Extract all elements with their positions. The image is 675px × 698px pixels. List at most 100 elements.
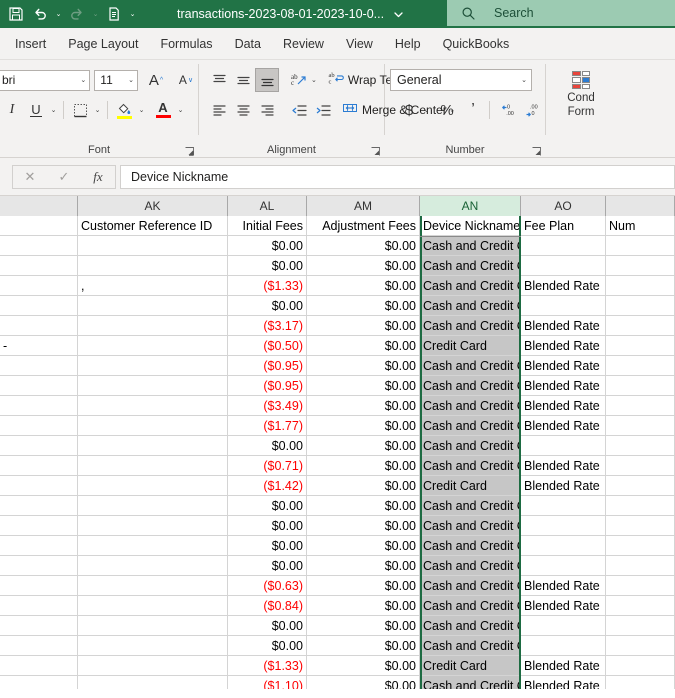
grid-cell[interactable]: $0.00: [307, 256, 420, 276]
header-cell[interactable]: Device Nickname: [420, 216, 521, 236]
align-bottom-icon[interactable]: [255, 68, 279, 92]
grid-cell[interactable]: $0.00: [307, 376, 420, 396]
grid-cell[interactable]: Blended Rate: [521, 276, 606, 296]
touch-mode-icon[interactable]: [102, 2, 126, 26]
header-cell[interactable]: Initial Fees: [228, 216, 307, 236]
grid-cell[interactable]: [0, 436, 78, 456]
grid-cell[interactable]: Blended Rate: [521, 356, 606, 376]
grid-cell[interactable]: [521, 236, 606, 256]
undo-icon[interactable]: [28, 2, 52, 26]
column-header-al[interactable]: AL: [228, 196, 307, 216]
increase-decimal-icon[interactable]: 0.00: [494, 98, 518, 122]
grid-cell[interactable]: $0.00: [307, 316, 420, 336]
grid-cell[interactable]: [521, 256, 606, 276]
grid-cell[interactable]: ($1.33): [228, 656, 307, 676]
grid-cell[interactable]: Cash and Credit Card: [420, 376, 521, 396]
grid-cell[interactable]: [0, 316, 78, 336]
confirm-entry-icon[interactable]: ✓: [47, 166, 81, 188]
grid-cell[interactable]: Cash and Credit Card: [420, 636, 521, 656]
grid-cell[interactable]: $0.00: [228, 636, 307, 656]
column-header-partial[interactable]: [0, 196, 78, 216]
grid-cell[interactable]: [606, 316, 675, 336]
number-dialog-launcher-icon[interactable]: [531, 144, 542, 156]
grid-cell[interactable]: $0.00: [228, 436, 307, 456]
grid-cell[interactable]: [521, 436, 606, 456]
grid-cell[interactable]: -: [0, 336, 78, 356]
grid-cell[interactable]: $0.00: [228, 616, 307, 636]
grid-cell[interactable]: Blended Rate: [521, 376, 606, 396]
grid-cell[interactable]: Cash and Credit Card: [420, 356, 521, 376]
grid-cell[interactable]: [0, 676, 78, 689]
accounting-format-icon[interactable]: $: [397, 98, 421, 122]
font-dialog-launcher-icon[interactable]: [184, 144, 195, 156]
header-cell[interactable]: Fee Plan: [521, 216, 606, 236]
grid-cell[interactable]: $0.00: [307, 616, 420, 636]
font-color-chevron-down-icon[interactable]: ⌄: [175, 106, 186, 114]
grid-cell[interactable]: Blended Rate: [521, 336, 606, 356]
grid-cell[interactable]: $0.00: [307, 476, 420, 496]
borders-chevron-down-icon[interactable]: ⌄: [92, 106, 103, 114]
grid-cell[interactable]: [0, 396, 78, 416]
grid-cell[interactable]: [0, 576, 78, 596]
grid-cell[interactable]: [78, 616, 228, 636]
grid-cell[interactable]: [521, 516, 606, 536]
align-center-icon[interactable]: [231, 98, 255, 122]
column-header-ao[interactable]: AO: [521, 196, 606, 216]
grid-cell[interactable]: [78, 516, 228, 536]
grid-cell[interactable]: ($3.17): [228, 316, 307, 336]
grid-cell[interactable]: [78, 496, 228, 516]
grid-cell[interactable]: [0, 456, 78, 476]
grid-cell[interactable]: $0.00: [307, 456, 420, 476]
grid-cell[interactable]: [78, 376, 228, 396]
grid-cell[interactable]: [521, 296, 606, 316]
grid-cell[interactable]: $0.00: [307, 436, 420, 456]
number-format-chevron-down-icon[interactable]: ⌄: [521, 77, 527, 84]
header-cell[interactable]: [0, 216, 78, 236]
grid-cell[interactable]: [606, 656, 675, 676]
grid-cell[interactable]: [0, 376, 78, 396]
grid-cell[interactable]: [0, 276, 78, 296]
grid-cell[interactable]: [606, 596, 675, 616]
fill-color-chevron-down-icon[interactable]: ⌄: [136, 106, 147, 114]
grid-cell[interactable]: $0.00: [307, 596, 420, 616]
grid-cell[interactable]: $0.00: [307, 356, 420, 376]
decrease-decimal-icon[interactable]: .00 0: [518, 98, 542, 122]
grid-cell[interactable]: [78, 436, 228, 456]
grid-cell[interactable]: Cash and Credit Card: [420, 416, 521, 436]
grid-cell[interactable]: [78, 476, 228, 496]
align-right-icon[interactable]: [255, 98, 279, 122]
grid-cell[interactable]: [606, 416, 675, 436]
grid-cell[interactable]: [78, 316, 228, 336]
grid-cell[interactable]: ($0.50): [228, 336, 307, 356]
grid-cell[interactable]: ($0.95): [228, 376, 307, 396]
column-header-am[interactable]: AM: [307, 196, 420, 216]
grid-cell[interactable]: [78, 396, 228, 416]
grid-cell[interactable]: [606, 676, 675, 689]
tab-data[interactable]: Data: [224, 31, 272, 57]
grid-cell[interactable]: [78, 456, 228, 476]
grid-cell[interactable]: $0.00: [228, 516, 307, 536]
grid-cell[interactable]: $0.00: [228, 496, 307, 516]
decrease-indent-icon[interactable]: [287, 98, 311, 122]
grid-cell[interactable]: [0, 556, 78, 576]
grid-cell[interactable]: [606, 376, 675, 396]
grid-cell[interactable]: [606, 576, 675, 596]
grid-cell[interactable]: Blended Rate: [521, 576, 606, 596]
grid-cell[interactable]: [78, 636, 228, 656]
grid-cell[interactable]: [521, 556, 606, 576]
orientation-chevron-down-icon[interactable]: ⌄: [311, 76, 317, 84]
grid-cell[interactable]: Cash and Credit Card: [420, 596, 521, 616]
grid-cell[interactable]: ($1.42): [228, 476, 307, 496]
grid-cell[interactable]: ($0.63): [228, 576, 307, 596]
grid-cell[interactable]: Cash and Credit Card: [420, 396, 521, 416]
underline-chevron-down-icon[interactable]: ⌄: [48, 106, 59, 114]
grid-cell[interactable]: [606, 356, 675, 376]
increase-indent-icon[interactable]: [311, 98, 335, 122]
grid-cell[interactable]: $0.00: [307, 516, 420, 536]
grid-cell[interactable]: [78, 596, 228, 616]
grid-cell[interactable]: Blended Rate: [521, 396, 606, 416]
header-cell[interactable]: Adjustment Fees: [307, 216, 420, 236]
grid-cell[interactable]: $0.00: [307, 336, 420, 356]
grid-cell[interactable]: $0.00: [228, 256, 307, 276]
grid-cell[interactable]: [0, 516, 78, 536]
